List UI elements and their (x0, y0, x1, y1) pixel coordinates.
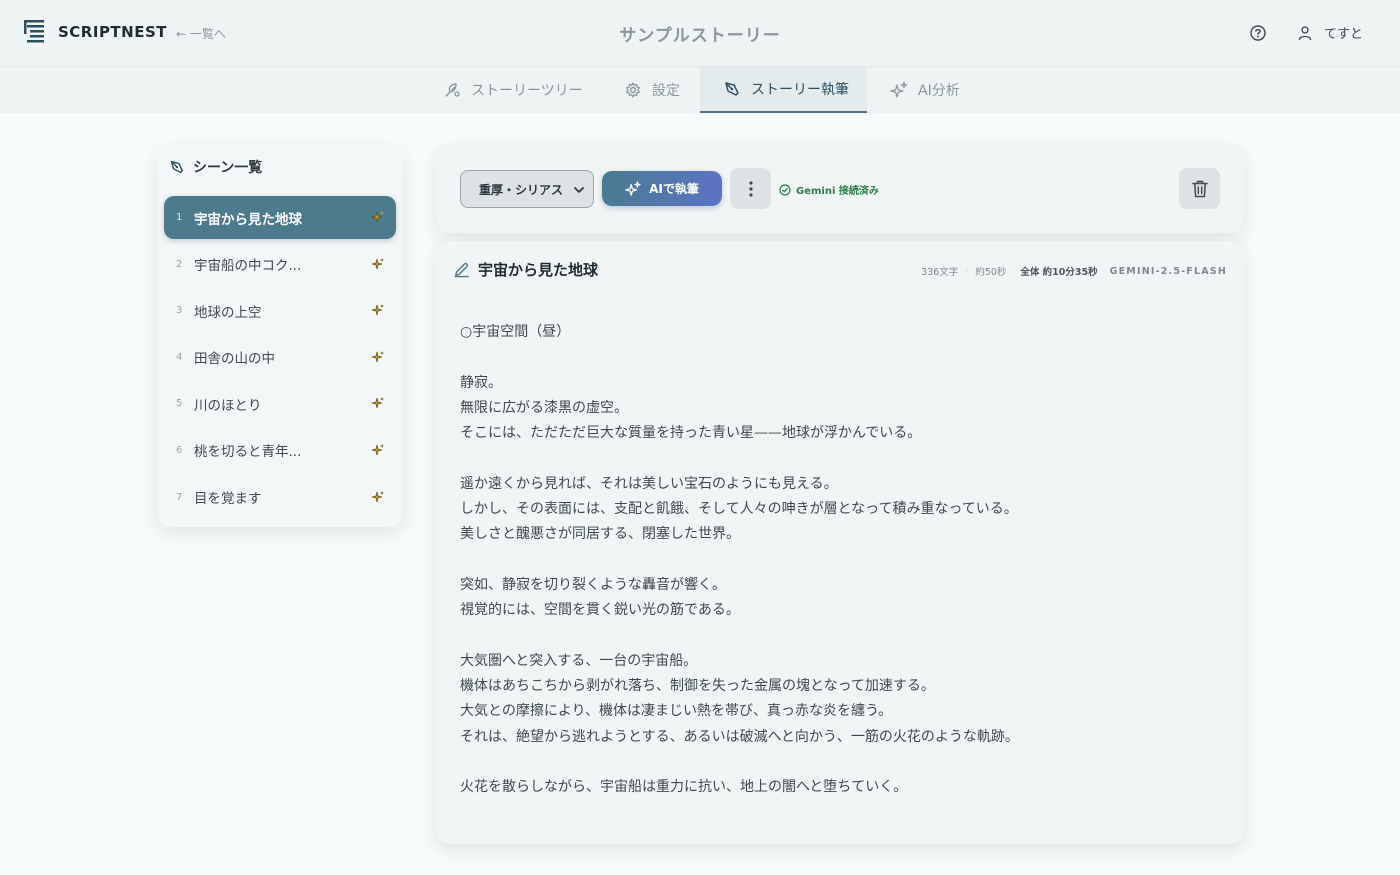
scene-item[interactable]: 5 川のほとり (164, 382, 396, 425)
user-icon (1298, 25, 1312, 40)
scene-number: 3 (176, 305, 183, 317)
scene-title: 目を覚ます (194, 491, 262, 508)
scene-number: 7 (176, 491, 183, 503)
scene-item[interactable]: 3 地球の上空 (164, 289, 396, 332)
scene-title: 地球の上空 (194, 304, 262, 321)
scene-item[interactable]: 4 田舎の山の中 (164, 336, 396, 379)
tone-selected-value: 重厚・シリアス (479, 182, 564, 197)
tab-label: AI分析 (918, 83, 960, 99)
tab-story-tree[interactable]: ストーリーツリー (431, 67, 595, 113)
user-name: てすと (1324, 27, 1364, 42)
help-button[interactable] (1249, 24, 1267, 42)
scene-number: 1 (176, 212, 183, 223)
back-to-list-link[interactable]: ← 一覧へ (176, 25, 226, 42)
tab-ai-analysis[interactable]: AI分析 (878, 67, 972, 113)
sparkles-icon (890, 81, 908, 99)
pencil-icon (453, 261, 470, 278)
scene-list-panel: シーン一覧 1 宇宙から見た地球 2 宇宙船の中コク... 3 地球の上空 4 … (157, 145, 403, 527)
more-vertical-icon (748, 180, 753, 197)
ai-generated-icon (371, 303, 385, 317)
main-tabs: ストーリーツリー 設定 ストーリー執筆 AI分析 (0, 66, 1400, 113)
ai-generated-icon (371, 443, 385, 457)
help-icon (1250, 25, 1266, 41)
tone-select[interactable]: 重厚・シリアス (460, 170, 594, 208)
scene-item[interactable]: 1 宇宙から見た地球 (164, 196, 396, 239)
connection-status-label: Gemini 接続済み (796, 186, 879, 197)
scene-title: 川のほとり (194, 397, 262, 414)
app-header: SCRIPTNEST ← 一覧へ サンプルストーリー てすと (0, 0, 1400, 66)
total-duration: 全体 約10分35秒 (1020, 267, 1098, 278)
scene-item[interactable]: 7 目を覚ます (164, 476, 396, 519)
scene-number: 5 (176, 398, 183, 410)
pen-nib-icon (723, 80, 741, 98)
more-options-button[interactable] (730, 168, 771, 209)
logo-icon (24, 20, 44, 43)
ai-generated-icon (371, 350, 385, 364)
scene-number: 6 (176, 444, 183, 456)
model-name: GEMINI-2.5-FLASH (1109, 265, 1227, 277)
scene-title: 桃を切ると青年... (194, 444, 302, 461)
scene-list-header: シーン一覧 (169, 157, 262, 177)
scene-item[interactable]: 6 桃を切ると青年... (164, 429, 396, 472)
ai-generated-icon (371, 396, 385, 410)
char-count: 336文字 (921, 267, 959, 278)
scene-text-editor[interactable]: ○宇宙空間（昼） 静寂。 無限に広がる漆黒の虚空。 そこには、ただただ巨大な質量… (460, 320, 1220, 801)
user-menu-button[interactable]: てすと (1298, 23, 1363, 42)
delete-scene-button[interactable] (1179, 168, 1220, 209)
ai-write-button[interactable]: AIで執筆 (602, 171, 722, 206)
writing-toolbar: 重厚・シリアス AIで執筆 Gemini 接続済み (436, 145, 1244, 233)
scene-meta: 336文字 · 約50秒 全体 約10分35秒 GEMINI-2.5-FLASH (921, 264, 1227, 279)
sparkles-icon (625, 180, 641, 197)
tree-icon (443, 81, 461, 99)
separator-dot: · (965, 265, 969, 277)
pen-nib-icon (169, 159, 185, 175)
app-logo[interactable]: SCRIPTNEST (24, 20, 167, 44)
scene-editor: 宇宙から見た地球 336文字 · 約50秒 全体 約10分35秒 GEMINI-… (436, 241, 1244, 844)
scene-item[interactable]: 2 宇宙船の中コク... (164, 243, 396, 286)
tab-label: ストーリー執筆 (751, 82, 849, 98)
scene-list-title: シーン一覧 (193, 160, 263, 176)
app-name: SCRIPTNEST (58, 23, 168, 41)
tab-label: ストーリーツリー (471, 83, 583, 99)
tab-settings[interactable]: 設定 (612, 67, 692, 113)
scene-title: 宇宙から見た地球 (194, 211, 302, 228)
chevron-down-icon (573, 184, 585, 199)
ai-generated-icon (371, 490, 385, 504)
ai-generated-icon (371, 257, 385, 271)
scene-title: 田舎の山の中 (194, 351, 275, 368)
trash-icon (1191, 180, 1208, 197)
scene-list: 1 宇宙から見た地球 2 宇宙船の中コク... 3 地球の上空 4 田舎の山の中… (164, 196, 396, 522)
check-circle-icon (779, 183, 791, 196)
ai-write-label: AIで執筆 (649, 182, 699, 196)
ai-generated-icon (371, 210, 385, 224)
gear-icon (624, 81, 642, 99)
scene-duration: 約50秒 (975, 267, 1007, 278)
editor-header: 宇宙から見た地球 (453, 259, 598, 280)
tab-story-writing[interactable]: ストーリー執筆 (700, 67, 867, 113)
connection-status: Gemini 接続済み (779, 182, 879, 197)
scene-number: 4 (176, 351, 183, 363)
tab-label: 設定 (652, 83, 680, 99)
editor-scene-title: 宇宙から見た地球 (478, 261, 599, 279)
scene-number: 2 (176, 258, 183, 270)
scene-title: 宇宙船の中コク... (194, 258, 302, 275)
